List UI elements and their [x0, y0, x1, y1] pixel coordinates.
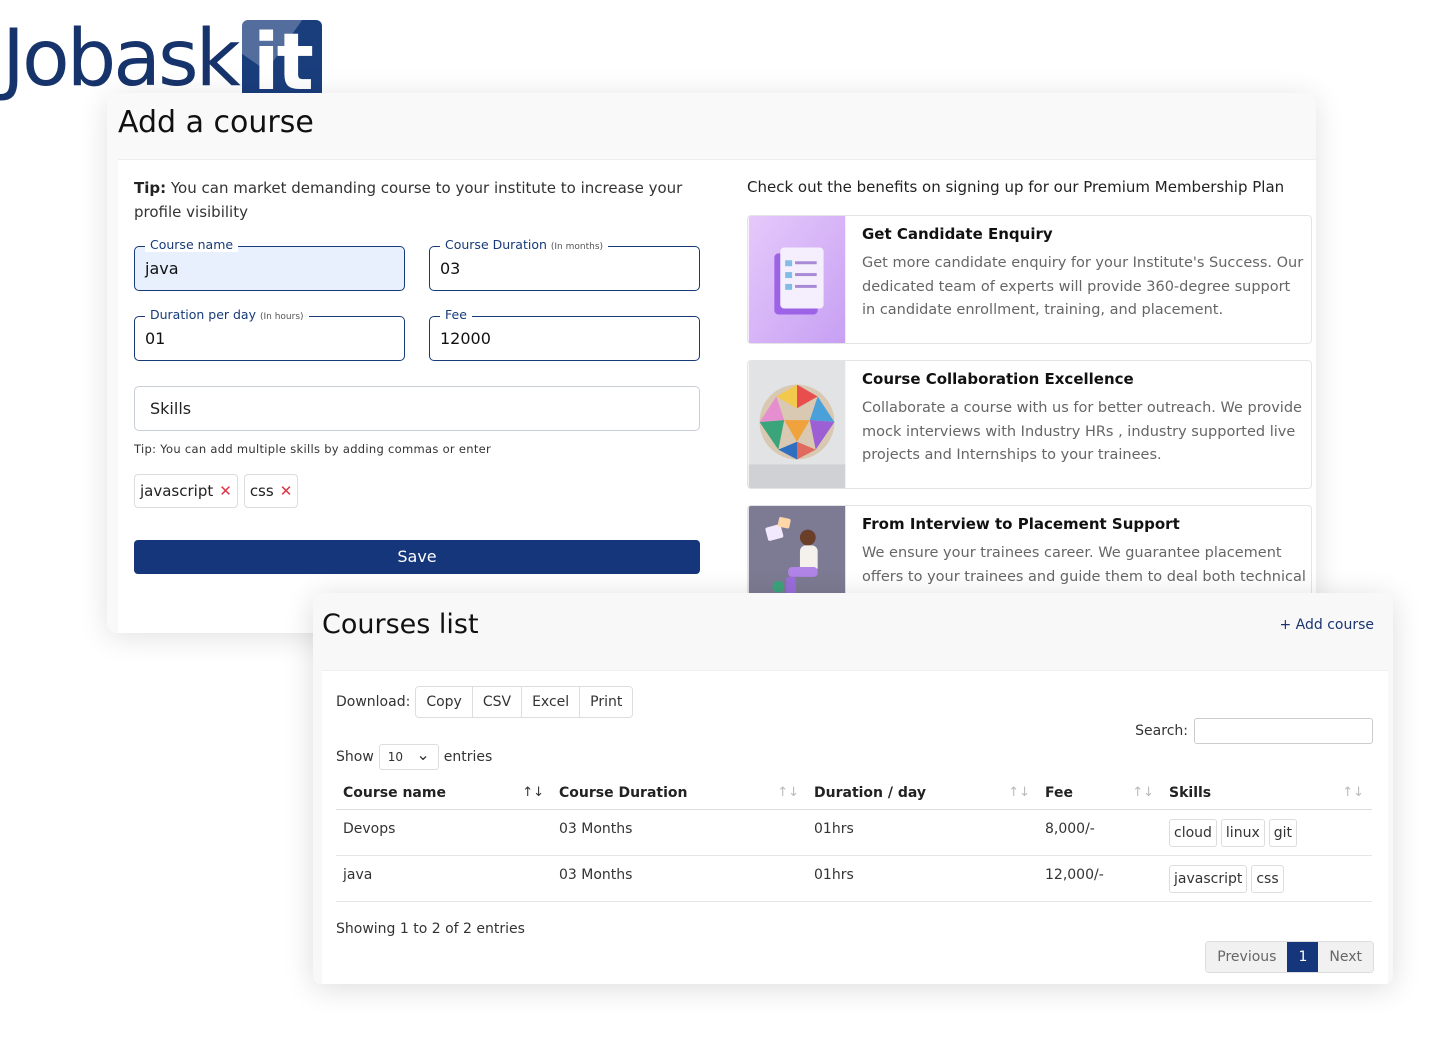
sort-icon: ↑↓: [777, 785, 799, 800]
print-button[interactable]: Print: [580, 687, 633, 717]
course-name-value: java: [145, 259, 179, 278]
table-row: java 03 Months 01hrs 12,000/- javascript…: [336, 855, 1372, 902]
fee-label: Fee: [440, 307, 472, 322]
search-bar: Search:: [1135, 718, 1373, 744]
logo-badge: it: [241, 20, 322, 98]
course-name-label: Course name: [145, 237, 239, 252]
sort-icon: ↑↓: [1342, 785, 1364, 800]
column-header-course-name[interactable]: Course name ↑↓: [336, 777, 552, 810]
skill-tag: javascript: [1169, 865, 1248, 893]
download-bar: Download: Copy CSV Excel Print: [336, 686, 634, 718]
add-course-title: Add a course: [118, 105, 314, 140]
duration-per-day-value: 01: [145, 329, 166, 348]
cell-skills: cloud linux git: [1162, 809, 1372, 856]
entries-selector: Show 10 entries: [336, 744, 492, 770]
course-duration-value: 03: [440, 259, 461, 278]
excel-button[interactable]: Excel: [522, 687, 581, 717]
skill-tag: git: [1268, 819, 1297, 847]
course-name-field[interactable]: Course name java: [134, 237, 405, 291]
fee-field[interactable]: Fee 12000: [429, 307, 700, 361]
sort-icon: ↑↓: [522, 785, 544, 800]
showing-entries-text: Showing 1 to 2 of 2 entries: [336, 921, 525, 937]
tip-label: Tip:: [134, 179, 167, 197]
courses-table-panel: Download: Copy CSV Excel Print Search: S…: [322, 670, 1388, 984]
fee-value: 12000: [440, 329, 491, 348]
entries-label: entries: [443, 749, 493, 765]
benefit-title: From Interview to Placement Support: [862, 515, 1180, 533]
benefit-text: We ensure your trainees career. We guara…: [862, 545, 1306, 585]
courses-table: Course name ↑↓ Course Duration ↑↓ Duration…: [336, 777, 1372, 902]
benefit-text: Collaborate a course with us for better …: [862, 400, 1302, 463]
duration-per-day-label: Duration per day (In hours): [145, 307, 309, 322]
benefit-card: Course Collaboration Excellence Collabor…: [747, 360, 1312, 489]
cell-course-name: Devops: [336, 809, 552, 856]
previous-page-button[interactable]: Previous: [1206, 942, 1288, 972]
csv-button[interactable]: CSV: [472, 687, 523, 717]
column-header-skills[interactable]: Skills ↑↓: [1162, 777, 1372, 810]
cell-duration: 03 Months: [552, 809, 807, 856]
skill-chips: javascript ✕ css ✕: [134, 474, 299, 508]
cell-duration: 03 Months: [552, 855, 807, 902]
benefit-text: Get more candidate enquiry for your Inst…: [862, 255, 1304, 318]
copy-button[interactable]: Copy: [416, 687, 473, 717]
checklist-illustration-icon: [748, 216, 846, 343]
benefit-title: Get Candidate Enquiry: [862, 225, 1053, 243]
skill-chip-label: javascript: [140, 482, 214, 500]
column-header-duration-day[interactable]: Duration / day ↑↓: [807, 777, 1038, 810]
skills-placeholder: Skills: [150, 399, 192, 418]
remove-icon[interactable]: ✕: [219, 482, 232, 500]
logo-badge-text: it: [252, 20, 314, 98]
courses-list-card: Courses list + Add course Download: Copy…: [313, 593, 1393, 984]
course-duration-label: Course Duration (In months): [440, 237, 609, 252]
column-header-fee[interactable]: Fee ↑↓: [1038, 777, 1162, 810]
skill-chip: javascript ✕: [134, 474, 238, 508]
cell-fee: 12,000/-: [1038, 855, 1162, 902]
page-1-button[interactable]: 1: [1287, 942, 1319, 972]
benefit-title: Course Collaboration Excellence: [862, 370, 1134, 388]
benefit-card: Get Candidate Enquiry Get more candidate…: [747, 215, 1312, 344]
add-course-link[interactable]: + Add course: [1279, 617, 1374, 633]
skill-chip: css ✕: [243, 474, 299, 508]
entries-select[interactable]: 10: [378, 744, 439, 770]
cell-course-name: java: [336, 855, 552, 902]
cell-per-day: 01hrs: [807, 855, 1038, 902]
course-duration-field[interactable]: Course Duration (In months) 03: [429, 237, 700, 291]
table-row: Devops 03 Months 01hrs 8,000/- cloud linu…: [336, 809, 1372, 856]
pagination: Previous 1 Next: [1205, 941, 1374, 973]
duration-per-day-field[interactable]: Duration per day (In hours) 01: [134, 307, 405, 361]
search-label: Search:: [1135, 723, 1188, 739]
search-input[interactable]: [1194, 718, 1373, 744]
add-course-card: Add a course Tip: You can market demandi…: [107, 93, 1316, 633]
logo-text: Jobask: [2, 14, 241, 104]
save-button[interactable]: Save: [134, 540, 700, 574]
tip-text: You can market demanding course to your …: [134, 179, 683, 221]
download-label: Download:: [336, 694, 411, 710]
skill-tag: linux: [1220, 819, 1265, 847]
polyhedron-illustration-icon: [748, 361, 846, 488]
skills-input[interactable]: Skills: [134, 386, 700, 431]
cell-skills: javascript css: [1162, 855, 1372, 902]
cell-fee: 8,000/-: [1038, 809, 1162, 856]
show-label: Show: [336, 749, 374, 765]
column-header-course-duration[interactable]: Course Duration ↑↓: [552, 777, 807, 810]
skills-tip: Tip: You can add multiple skills by addi…: [134, 442, 492, 456]
skill-chip-label: css: [249, 482, 274, 500]
courses-list-title: Courses list: [322, 609, 479, 640]
jobaskit-logo: Jobask it: [2, 8, 322, 98]
sort-icon: ↑↓: [1008, 785, 1030, 800]
sort-icon: ↑↓: [1132, 785, 1154, 800]
export-button-group: Copy CSV Excel Print: [415, 686, 634, 718]
next-page-button[interactable]: Next: [1318, 942, 1373, 972]
cell-per-day: 01hrs: [807, 809, 1038, 856]
skill-tag: css: [1251, 865, 1284, 893]
add-course-body: Tip: You can market demanding course to …: [118, 159, 1316, 633]
remove-icon[interactable]: ✕: [280, 482, 293, 500]
benefits-title: Check out the benefits on signing up for…: [747, 178, 1285, 196]
course-tip: Tip: You can market demanding course to …: [134, 176, 694, 224]
skill-tag: cloud: [1169, 819, 1217, 847]
